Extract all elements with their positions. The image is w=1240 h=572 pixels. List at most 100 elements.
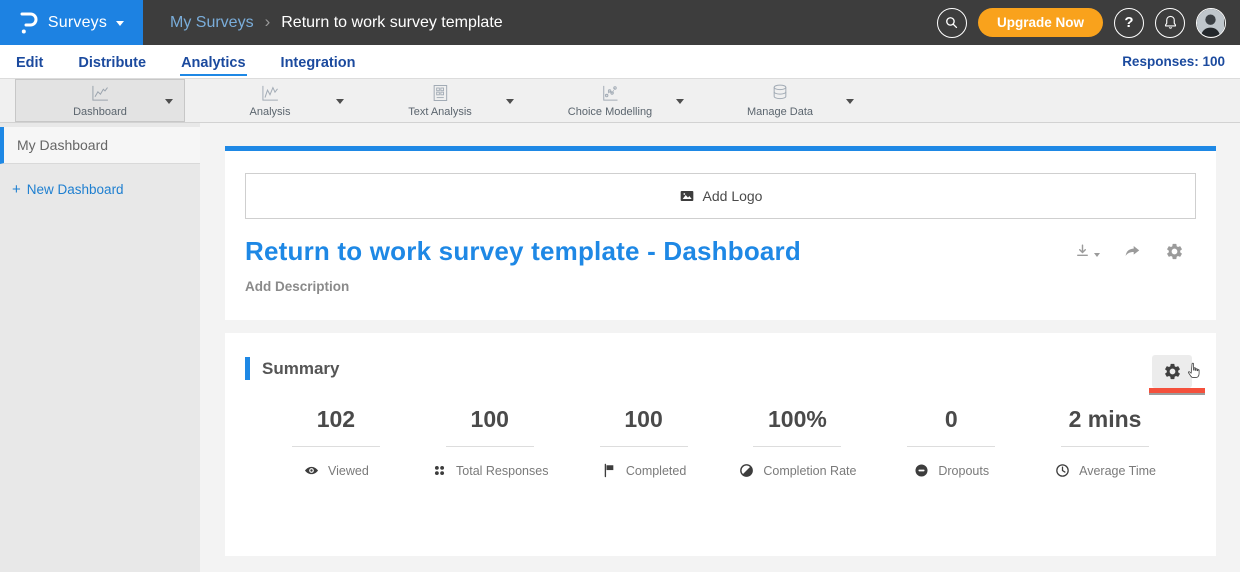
bell-icon bbox=[1162, 14, 1179, 31]
divider bbox=[907, 446, 995, 447]
stat-value: 100 bbox=[471, 406, 509, 433]
gear-icon bbox=[1163, 362, 1182, 381]
top-header: Surveys My Surveys › Return to work surv… bbox=[0, 0, 1240, 45]
divider bbox=[292, 446, 380, 447]
title-row: Return to work survey template - Dashboa… bbox=[245, 236, 1196, 267]
toolbar-item-label: Choice Modelling bbox=[568, 106, 652, 118]
new-dashboard-button[interactable]: + New Dashboard bbox=[12, 181, 200, 198]
caret-down-icon[interactable] bbox=[846, 99, 854, 104]
toolbar-item-label: Dashboard bbox=[73, 106, 127, 118]
stat-total-responses: 100 Total Responses bbox=[413, 406, 567, 479]
dashboard-header-card: Add Logo Return to work survey template … bbox=[225, 146, 1216, 320]
page-title[interactable]: Return to work survey template - Dashboa… bbox=[245, 236, 801, 267]
image-icon bbox=[679, 188, 695, 204]
toolbar-item-text-analysis[interactable]: Text Analysis bbox=[355, 79, 525, 122]
toolbar-item-label: Manage Data bbox=[747, 106, 813, 118]
upgrade-now-button[interactable]: Upgrade Now bbox=[978, 8, 1103, 37]
tab-analytics[interactable]: Analytics bbox=[180, 48, 246, 76]
header-actions: Upgrade Now ? bbox=[937, 8, 1240, 38]
stat-value: 0 bbox=[945, 406, 958, 433]
dots-grid-icon bbox=[431, 462, 448, 479]
clock-icon bbox=[1054, 462, 1071, 479]
stat-value: 102 bbox=[317, 406, 355, 433]
stat-completion-rate: 100% Completion Rate bbox=[720, 406, 874, 479]
caret-down-icon[interactable] bbox=[506, 99, 514, 104]
breadcrumb-current-survey: Return to work survey template bbox=[281, 14, 502, 32]
add-description-placeholder[interactable]: Add Description bbox=[245, 279, 1196, 294]
half-circle-icon bbox=[738, 462, 755, 479]
caret-down-icon bbox=[1094, 253, 1100, 257]
stat-completed: 100 Completed bbox=[567, 406, 721, 479]
download-icon bbox=[1073, 242, 1092, 261]
question-mark-icon: ? bbox=[1124, 14, 1133, 31]
text-grid-icon bbox=[429, 83, 451, 103]
flag-icon bbox=[601, 462, 618, 479]
toolbar-item-label: Text Analysis bbox=[408, 106, 472, 118]
accent-bar bbox=[245, 357, 250, 380]
search-icon bbox=[943, 14, 960, 31]
stat-label: Completed bbox=[626, 464, 686, 478]
stat-average-time: 2 mins Average Time bbox=[1028, 406, 1182, 479]
caret-down-icon[interactable] bbox=[336, 99, 344, 104]
stat-value: 100 bbox=[624, 406, 662, 433]
toolbar-item-dashboard[interactable]: Dashboard bbox=[15, 79, 185, 122]
plus-icon: + bbox=[12, 181, 21, 198]
toolbar-item-choice-modelling[interactable]: Choice Modelling bbox=[525, 79, 695, 122]
gear-icon bbox=[1165, 242, 1184, 261]
stat-value: 2 mins bbox=[1069, 406, 1142, 433]
analytics-toolbar: Dashboard Analysis Text Analysis Choice … bbox=[0, 78, 1240, 123]
caret-down-icon[interactable] bbox=[165, 99, 173, 104]
survey-subnav: Edit Distribute Analytics Integration Re… bbox=[0, 45, 1240, 78]
caret-down-icon[interactable] bbox=[676, 99, 684, 104]
download-button[interactable] bbox=[1073, 242, 1100, 261]
new-dashboard-label: New Dashboard bbox=[27, 182, 124, 197]
line-chart-icon bbox=[89, 83, 111, 103]
minus-circle-icon bbox=[913, 462, 930, 479]
breadcrumb: My Surveys › Return to work survey templ… bbox=[170, 14, 503, 32]
sidebar-item-my-dashboard[interactable]: My Dashboard bbox=[0, 127, 200, 164]
dashboard-settings-button[interactable] bbox=[1165, 242, 1184, 261]
summary-settings-button[interactable] bbox=[1152, 355, 1192, 388]
add-logo-box[interactable]: Add Logo bbox=[245, 173, 1196, 219]
stat-label: Dropouts bbox=[938, 464, 989, 478]
eye-icon bbox=[303, 462, 320, 479]
dashboard-sidebar: My Dashboard + New Dashboard bbox=[0, 123, 200, 572]
breadcrumb-separator-icon: › bbox=[265, 13, 271, 30]
dashboard-content: Add Logo Return to work survey template … bbox=[200, 123, 1240, 572]
stat-dropouts: 0 Dropouts bbox=[874, 406, 1028, 479]
tab-distribute[interactable]: Distribute bbox=[77, 48, 147, 76]
divider bbox=[600, 446, 688, 447]
tab-integration[interactable]: Integration bbox=[280, 48, 357, 76]
product-name: Surveys bbox=[48, 14, 107, 32]
divider bbox=[446, 446, 534, 447]
caret-down-icon bbox=[116, 21, 124, 26]
notifications-button[interactable] bbox=[1155, 8, 1185, 38]
add-logo-label: Add Logo bbox=[703, 188, 763, 204]
stat-viewed: 102 Viewed bbox=[259, 406, 413, 479]
toolbar-item-analysis[interactable]: Analysis bbox=[185, 79, 355, 122]
summary-header: Summary bbox=[245, 357, 1196, 380]
stat-label: Average Time bbox=[1079, 464, 1156, 478]
divider bbox=[753, 446, 841, 447]
summary-title: Summary bbox=[262, 359, 339, 379]
share-button[interactable] bbox=[1123, 242, 1142, 261]
share-icon bbox=[1123, 242, 1142, 261]
avatar[interactable] bbox=[1196, 8, 1226, 38]
database-icon bbox=[769, 83, 791, 103]
tab-edit[interactable]: Edit bbox=[15, 48, 44, 76]
stat-value: 100% bbox=[768, 406, 827, 433]
breadcrumb-my-surveys[interactable]: My Surveys bbox=[170, 14, 254, 32]
divider bbox=[1061, 446, 1149, 447]
stat-label: Completion Rate bbox=[763, 464, 856, 478]
main-area: My Dashboard + New Dashboard Add Logo Re… bbox=[0, 123, 1240, 572]
toolbar-item-label: Analysis bbox=[250, 106, 291, 118]
trend-chart-icon bbox=[259, 83, 281, 103]
help-button[interactable]: ? bbox=[1114, 8, 1144, 38]
user-photo-icon bbox=[1197, 9, 1224, 36]
toolbar-item-manage-data[interactable]: Manage Data bbox=[695, 79, 865, 122]
stat-label: Viewed bbox=[328, 464, 369, 478]
highlight-underline bbox=[1149, 388, 1205, 395]
questionpro-logo-icon bbox=[19, 11, 39, 35]
product-switcher[interactable]: Surveys bbox=[0, 0, 143, 45]
search-button[interactable] bbox=[937, 8, 967, 38]
